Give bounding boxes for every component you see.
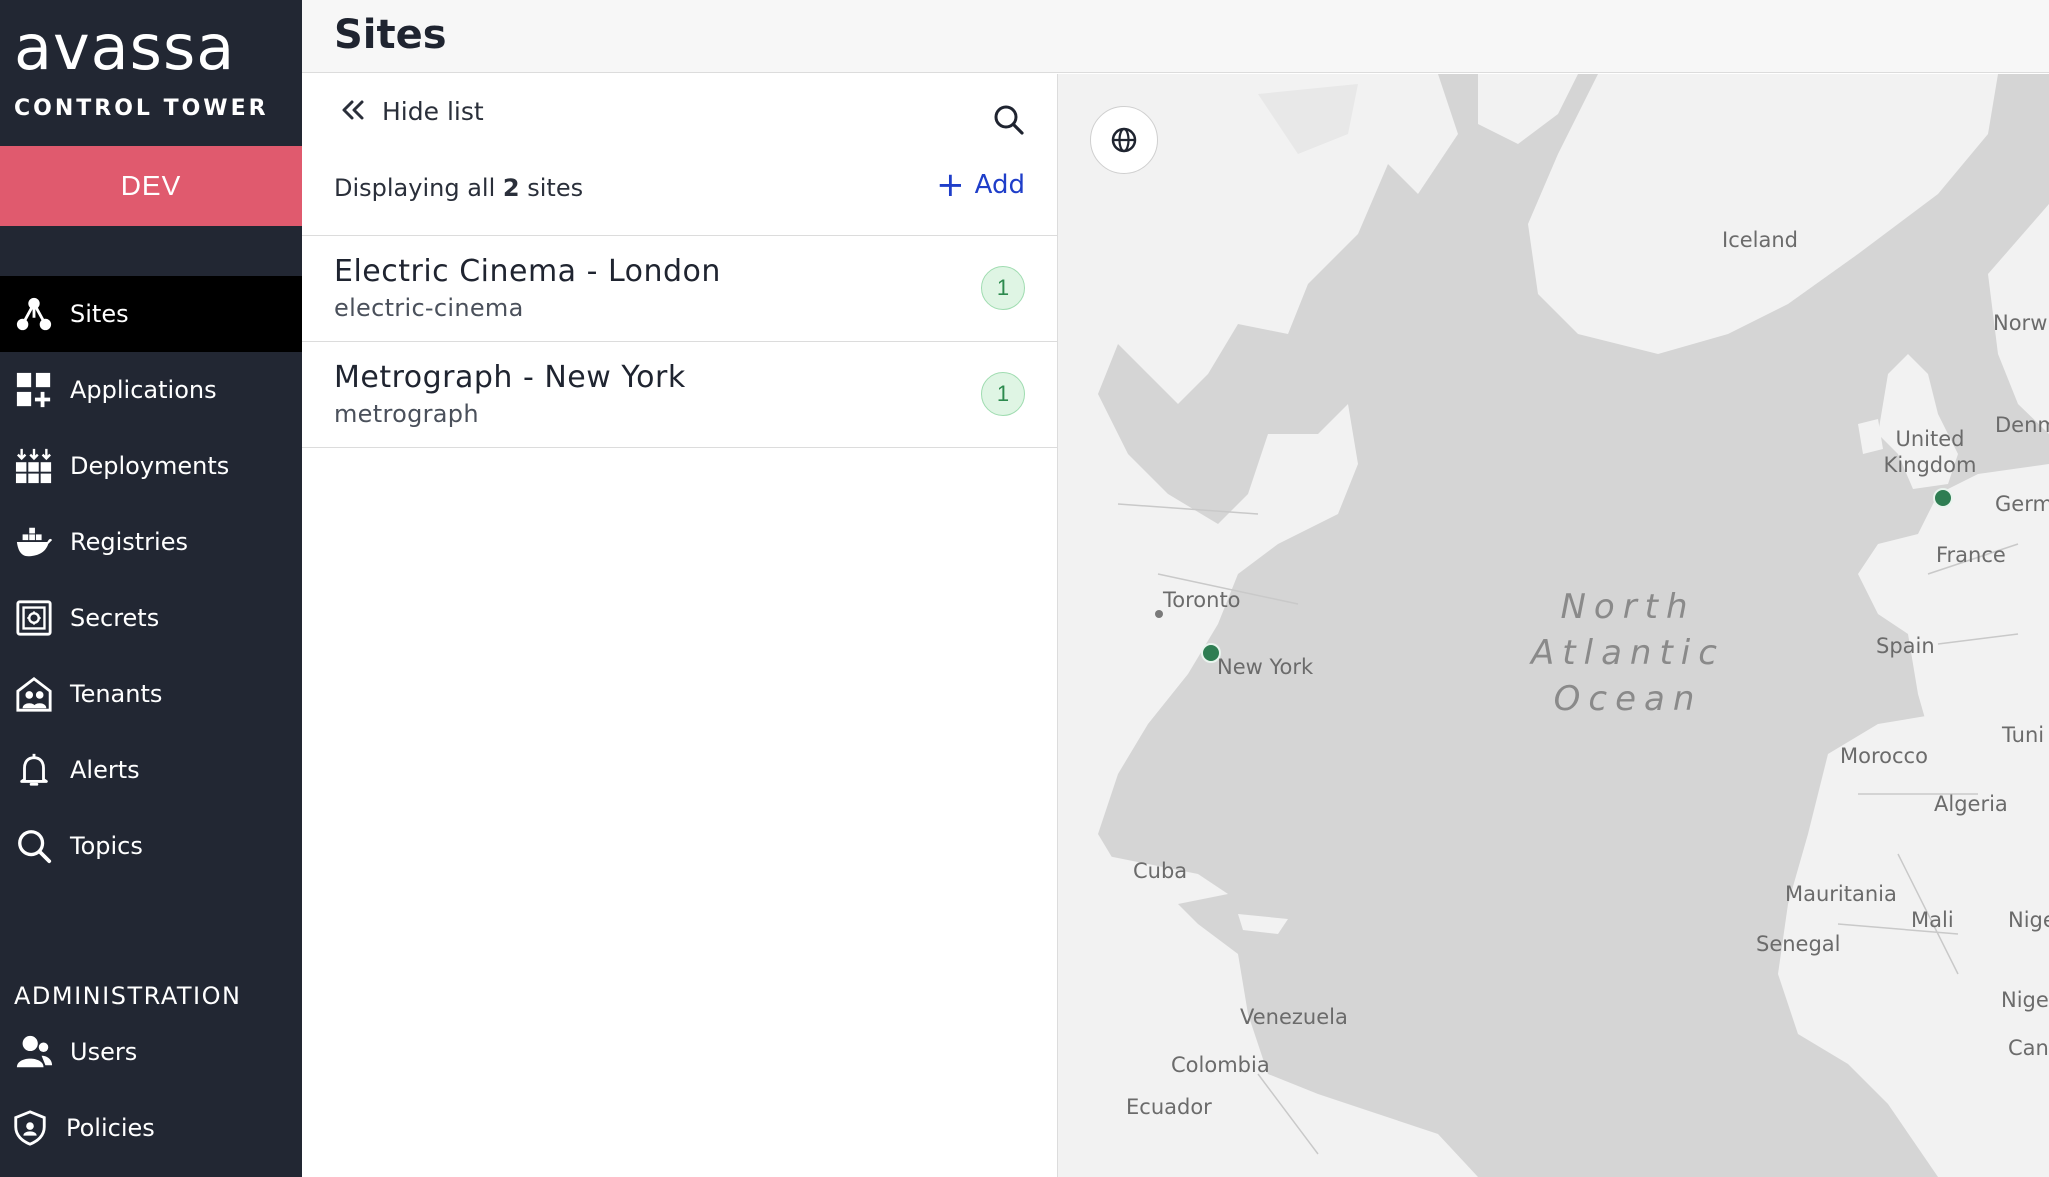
nav-item-sites[interactable]: Sites — [0, 276, 302, 352]
globe-icon — [1111, 127, 1137, 153]
page-header: Sites — [302, 0, 2049, 73]
site-name: Metrograph - New York — [334, 360, 686, 395]
map-label-senegal: Senegal — [1756, 932, 1841, 956]
double-chevron-left-icon — [342, 100, 364, 120]
logo-wordmark: avassa — [14, 11, 236, 84]
administration-heading: ADMINISTRATION — [14, 982, 242, 1010]
nav-item-deployments[interactable]: Deployments — [0, 428, 302, 504]
page-title: Sites — [334, 12, 447, 58]
shield-icon — [10, 1108, 50, 1148]
site-id: metrograph — [334, 400, 479, 428]
hide-list-button[interactable]: Hide list — [338, 96, 484, 126]
site-name: Electric Cinema - London — [334, 254, 721, 289]
tenants-icon — [14, 674, 54, 714]
nav-item-alerts[interactable]: Alerts — [0, 732, 302, 808]
map-label-norway: Norw — [1993, 311, 2048, 335]
nav-item-label: Topics — [70, 832, 143, 860]
count-prefix: Displaying all — [334, 174, 496, 202]
plus-icon: + — [936, 165, 965, 205]
nav-item-label: Tenants — [70, 680, 163, 708]
site-marker-new-york[interactable] — [1201, 643, 1221, 663]
map-label-cuba: Cuba — [1133, 859, 1188, 883]
site-list: Electric Cinema - London electric-cinema… — [302, 235, 1057, 448]
count-suffix: sites — [527, 174, 584, 202]
map-label-toronto: Toronto — [1163, 588, 1241, 612]
nav-item-policies[interactable]: Policies — [0, 1090, 302, 1166]
nav-item-registries[interactable]: Registries — [0, 504, 302, 580]
ocean-label-line: Atlantic — [1531, 633, 1725, 673]
add-label: Add — [974, 170, 1025, 200]
map-label-cameroon: Can — [2008, 1036, 2049, 1060]
map-label-spain: Spain — [1876, 634, 1935, 658]
map-label-nigeria: Nigeri — [2001, 988, 2049, 1012]
map-label-morocco: Morocco — [1840, 744, 1928, 768]
nav-item-tenants[interactable]: Tenants — [0, 656, 302, 732]
sites-icon — [14, 294, 54, 334]
site-marker-london[interactable] — [1933, 488, 1953, 508]
nav-item-label: Users — [70, 1038, 138, 1066]
site-host-count-badge: 1 — [981, 266, 1025, 310]
nav-item-label: Alerts — [70, 756, 140, 784]
search-icon — [14, 826, 54, 866]
map-label-niger: Nige — [2008, 908, 2049, 932]
map-label-colombia: Colombia — [1171, 1053, 1270, 1077]
secrets-icon — [14, 598, 54, 638]
nav-item-topics[interactable]: Topics — [0, 808, 302, 884]
world-map[interactable]: North Atlantic Ocean Iceland Norw Denm U… — [1058, 74, 2049, 1177]
environment-badge[interactable]: DEV — [0, 146, 302, 226]
applications-icon — [14, 370, 54, 410]
nav-item-label: Secrets — [70, 604, 160, 632]
nav-item-label: Applications — [70, 376, 217, 404]
map-label-mali: Mali — [1911, 908, 1954, 932]
site-id: electric-cinema — [334, 294, 524, 322]
site-list-item[interactable]: Electric Cinema - London electric-cinema… — [302, 236, 1057, 342]
logo[interactable]: avassa CONTROL TOWER — [14, 11, 274, 122]
logo-subtitle: CONTROL TOWER — [14, 96, 269, 121]
users-icon — [14, 1032, 54, 1072]
nav-item-label: Registries — [70, 528, 188, 556]
hide-list-label: Hide list — [382, 96, 484, 126]
search-icon[interactable] — [991, 102, 1027, 138]
registries-icon — [14, 522, 54, 562]
add-site-button[interactable]: + Add — [936, 165, 1025, 205]
map-label-iceland: Iceland — [1722, 228, 1799, 252]
site-count-summary: Displaying all 2 sites — [334, 174, 583, 202]
map-label-denmark: Denm — [1995, 413, 2049, 437]
nav-item-applications[interactable]: Applications — [0, 352, 302, 428]
map-view-toggle-button[interactable] — [1090, 106, 1158, 174]
site-list-panel: Hide list Displaying all 2 sites + Add E… — [302, 74, 1058, 1177]
nav-item-label: Sites — [70, 300, 129, 328]
deployments-icon — [14, 446, 54, 486]
nav-item-users[interactable]: Users — [0, 1014, 302, 1090]
nav-item-secrets[interactable]: Secrets — [0, 580, 302, 656]
map-label-ecuador: Ecuador — [1126, 1095, 1212, 1119]
map-label-uk: United Kingdom — [1883, 427, 1977, 477]
site-list-item[interactable]: Metrograph - New York metrograph 1 — [302, 342, 1057, 448]
map-label-new-york: New York — [1217, 655, 1314, 679]
site-host-count-badge: 1 — [981, 372, 1025, 416]
city-marker-toronto — [1155, 610, 1163, 618]
map-label-tunisia: Tuni — [2002, 723, 2045, 747]
map-label-france: France — [1936, 543, 2006, 567]
ocean-label-line: Ocean — [1553, 679, 1703, 719]
map-label-algeria: Algeria — [1934, 792, 2008, 816]
ocean-label: North Atlantic Ocean — [1478, 584, 1778, 722]
ocean-label-line: North — [1560, 587, 1696, 627]
sidebar: avassa CONTROL TOWER DEV Sites Applicati… — [0, 0, 302, 1177]
nav-item-label: Deployments — [70, 452, 230, 480]
bell-icon — [14, 750, 54, 790]
map-label-germany: Germ — [1995, 492, 2049, 516]
nav-item-label: Policies — [66, 1114, 155, 1142]
map-label-venezuela: Venezuela — [1240, 1005, 1348, 1029]
map-label-mauritania: Mauritania — [1785, 882, 1897, 906]
count-value: 2 — [502, 174, 520, 202]
